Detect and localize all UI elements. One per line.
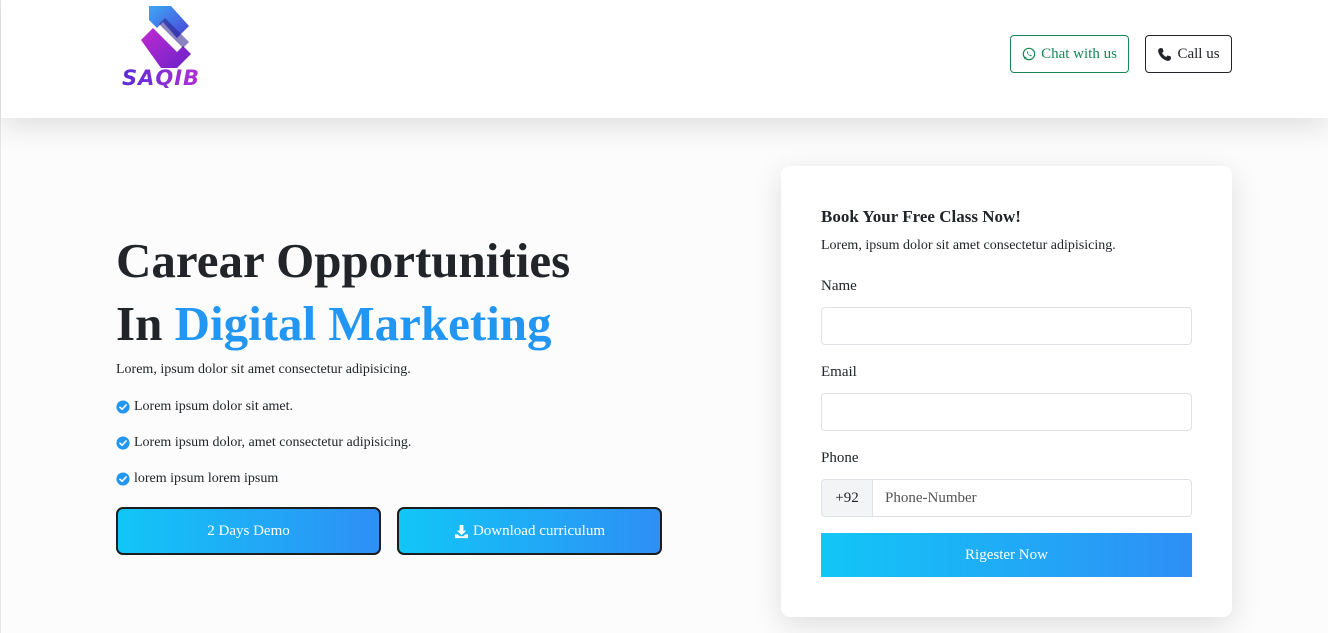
country-code-prefix: +92: [821, 479, 872, 517]
bullet-text: Lorem ipsum dolor sit amet.: [134, 399, 294, 414]
phone-icon: [1158, 47, 1172, 61]
booking-form-card: Book Your Free Class Now! Lorem, ipsum d…: [781, 166, 1232, 617]
site-header: SAQIB Chat with us Call us: [1, 0, 1328, 118]
logo-text: SAQIB: [122, 66, 201, 90]
bullet-text: Lorem ipsum dolor, amet consectetur adip…: [134, 435, 412, 450]
list-item: Lorem ipsum dolor, amet consectetur adip…: [116, 435, 411, 451]
call-us-button[interactable]: Call us: [1145, 35, 1232, 73]
check-circle-icon: [116, 400, 130, 414]
hero-title-prefix: In: [116, 296, 175, 351]
hero-title-line1: Carear Opportunities: [116, 233, 571, 288]
form-title: Book Your Free Class Now!: [821, 207, 1021, 226]
hero-title: Carear Opportunities In Digital Marketin…: [116, 229, 736, 355]
download-button-label: Download curriculum: [472, 522, 606, 539]
hero-title-accent: Digital Marketing: [174, 296, 552, 351]
check-circle-icon: [116, 436, 130, 450]
email-field[interactable]: [821, 393, 1192, 431]
phone-label: Phone: [821, 450, 859, 466]
bullet-text: lorem ipsum lorem ipsum: [134, 471, 279, 486]
name-label: Name: [821, 278, 857, 294]
email-label: Email: [821, 364, 857, 380]
download-icon: [454, 524, 469, 538]
form-subtitle: Lorem, ipsum dolor sit amet consectetur …: [821, 238, 1116, 253]
register-now-button[interactable]: Rigester Now: [821, 533, 1192, 577]
demo-button[interactable]: 2 Days Demo: [116, 507, 381, 555]
download-curriculum-button[interactable]: Download curriculum: [397, 507, 662, 555]
chat-button-label: Chat with us: [1041, 45, 1117, 62]
whatsapp-icon: [1022, 47, 1036, 61]
check-circle-icon: [116, 472, 130, 486]
phone-field[interactable]: [872, 479, 1192, 517]
call-button-label: Call us: [1177, 45, 1220, 62]
chat-with-us-button[interactable]: Chat with us: [1010, 35, 1129, 73]
hero-subtitle: Lorem, ipsum dolor sit amet consectetur …: [116, 362, 411, 377]
list-item: Lorem ipsum dolor sit amet.: [116, 399, 293, 415]
phone-input-group: +92: [821, 479, 1192, 517]
list-item: lorem ipsum lorem ipsum: [116, 471, 278, 487]
name-field[interactable]: [821, 307, 1192, 345]
